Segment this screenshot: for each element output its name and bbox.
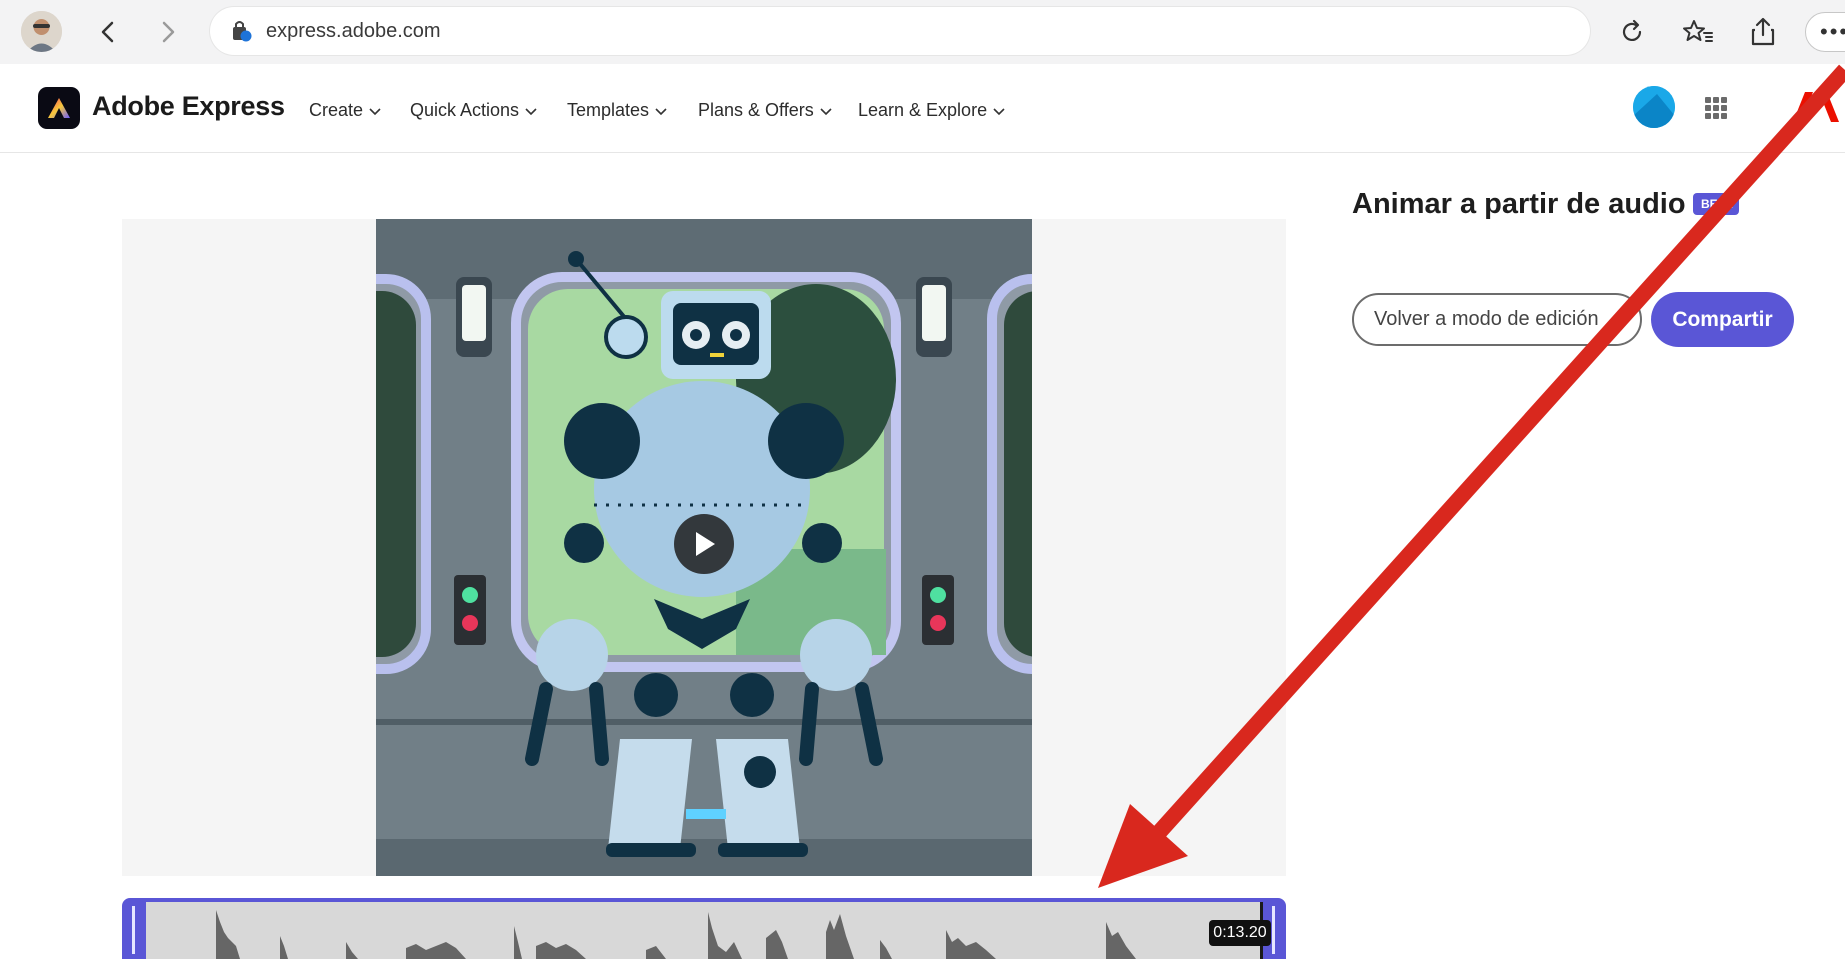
audio-waveform[interactable] [146,902,1262,959]
forward-arrow-icon[interactable] [150,14,186,50]
menu-create[interactable]: Create [309,100,381,121]
timeline-start-handle[interactable] [132,906,135,954]
share-icon[interactable] [1745,14,1781,50]
menu-label: Learn & Explore [858,100,988,120]
back-to-edit-button[interactable]: Volver a modo de edición [1352,293,1642,346]
favorites-icon[interactable] [1680,14,1716,50]
back-arrow-icon[interactable] [90,14,126,50]
address-bar[interactable]: express.adobe.com [210,7,1590,55]
menu-templates[interactable]: Templates [567,100,667,121]
browser-profile-avatar[interactable] [21,11,62,52]
brand-name[interactable]: Adobe Express [92,91,285,122]
chevron-down-icon [655,107,667,115]
menu-plans-offers[interactable]: Plans & Offers [698,100,832,121]
chevron-down-icon [525,107,537,115]
current-time: 0:13.20 [1209,920,1271,946]
menu-learn-explore[interactable]: Learn & Explore [858,100,1005,121]
menu-label: Plans & Offers [698,100,814,120]
chevron-down-icon [820,107,832,115]
adobe-logo-icon[interactable] [1793,92,1845,127]
timeline-end-handle[interactable] [1272,906,1275,954]
reload-icon[interactable] [1614,14,1650,50]
site-lock-icon [230,19,252,48]
more-icon[interactable]: ••• [1805,12,1845,52]
menu-label: Create [309,100,364,120]
adobe-express-logo-icon[interactable] [38,87,80,129]
play-icon [696,532,715,556]
menu-label: Templates [567,100,650,120]
browser-toolbar: express.adobe.com ••• [0,0,1845,64]
share-button[interactable]: Compartir [1651,292,1794,347]
site-header: Adobe Express Create Quick Actions Templ… [0,64,1845,153]
play-button[interactable] [674,514,734,574]
beta-badge: BETA [1693,193,1739,215]
menu-quick-actions[interactable]: Quick Actions [410,100,537,121]
chevron-down-icon [369,107,381,115]
menu-label: Quick Actions [410,100,520,120]
user-avatar[interactable] [1633,86,1675,128]
chevron-down-icon [993,107,1005,115]
url-text: express.adobe.com [266,20,441,42]
panel-title: Animar a partir de audio [1352,188,1686,220]
apps-grid-icon[interactable] [1705,97,1727,119]
